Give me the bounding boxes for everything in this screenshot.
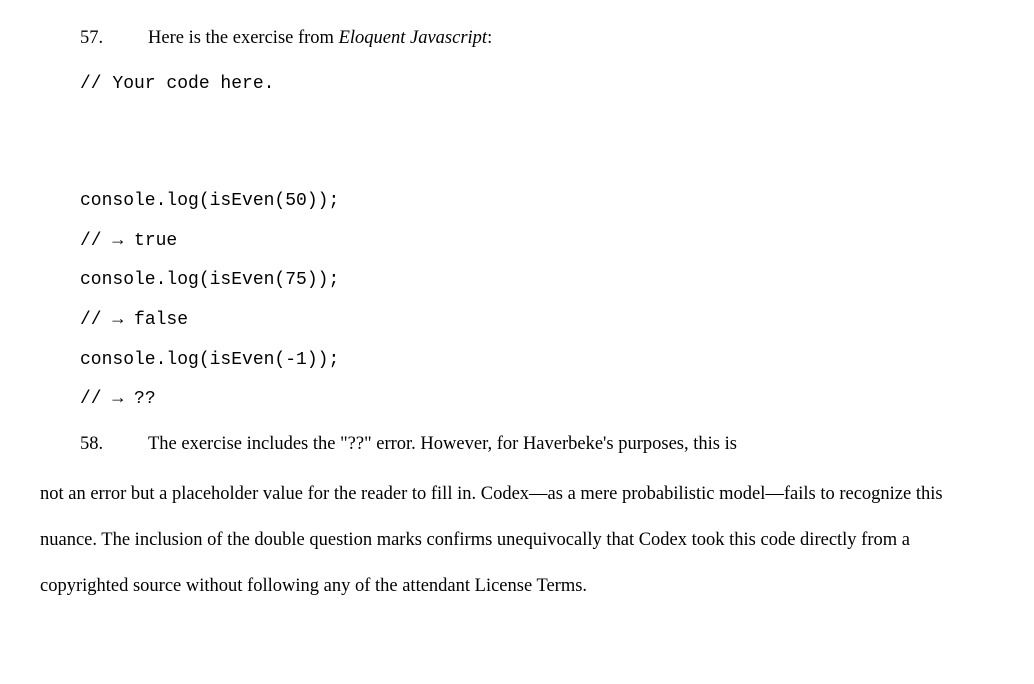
- arrow-icon: →: [112, 380, 123, 420]
- code-text: //: [80, 231, 112, 251]
- paragraph-continuation: not an error but a placeholder value for…: [40, 471, 994, 610]
- paragraph-58: 58. The exercise includes the "??" error…: [40, 424, 994, 609]
- book-title-italic: Eloquent Javascript: [339, 28, 487, 48]
- paragraph-number: 58.: [80, 424, 120, 465]
- text-segment: :: [487, 28, 492, 48]
- code-line-comment: // → ??: [80, 380, 994, 420]
- code-text: ??: [123, 389, 155, 409]
- text-segment: Here is the exercise from: [148, 28, 339, 48]
- paragraph-57: 57. Here is the exercise from Eloquent J…: [40, 18, 994, 59]
- code-line: console.log(isEven(50));: [80, 182, 994, 222]
- code-block: // Your code here. console.log(isEven(50…: [80, 65, 994, 420]
- paragraph-number: 57.: [80, 18, 120, 59]
- code-line-comment: // Your code here.: [80, 65, 994, 105]
- code-line-comment: // → true: [80, 222, 994, 262]
- code-text: true: [123, 231, 177, 251]
- paragraph-text: The exercise includes the "??" error. Ho…: [148, 424, 994, 465]
- code-text: false: [123, 310, 188, 330]
- code-text: //: [80, 389, 112, 409]
- code-text: //: [80, 310, 112, 330]
- paragraph-first-line: 58. The exercise includes the "??" error…: [40, 424, 994, 465]
- arrow-icon: →: [112, 301, 123, 341]
- code-line-comment: // → false: [80, 301, 994, 341]
- paragraph-text: Here is the exercise from Eloquent Javas…: [148, 18, 994, 59]
- code-line: console.log(isEven(75));: [80, 261, 994, 301]
- code-line: console.log(isEven(-1));: [80, 341, 994, 381]
- code-blank-gap: [80, 104, 994, 182]
- arrow-icon: →: [112, 222, 123, 262]
